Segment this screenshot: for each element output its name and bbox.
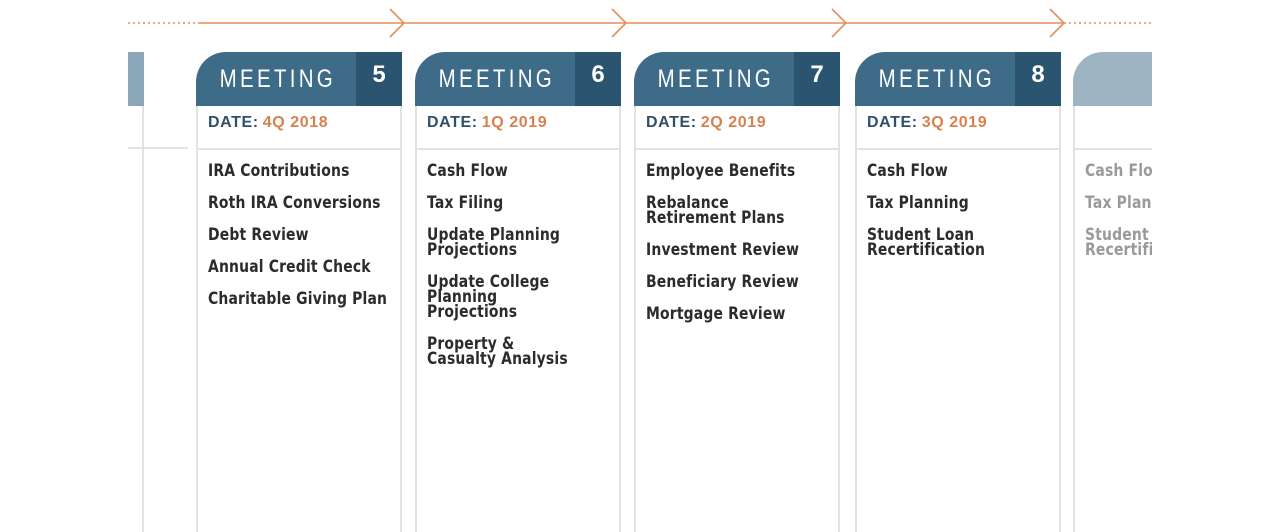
card-header: MEETING 5 <box>196 52 402 106</box>
topic-item: Student Loan Recertification <box>867 225 986 260</box>
meeting-card-8: MEETING 8 DATE: 3Q 2019 Cash Flow Tax Pla… <box>855 52 1061 532</box>
topic-item: Update Planning Projections <box>427 225 561 260</box>
date-value: 1Q 2019 <box>481 114 548 131</box>
topic-item: Investment Review <box>646 240 800 260</box>
meeting-number: 6 <box>575 52 621 106</box>
topic-list: Employee Benefits Rebalance Retirement P… <box>646 161 830 339</box>
date-label: DATE: <box>867 114 918 131</box>
topic-list: IRA Contributions Roth IRA Conversions D… <box>208 161 392 324</box>
topic-item: Property & Casualty Analysis <box>427 334 568 369</box>
topic-item: Tax Filing <box>427 193 504 213</box>
card-body <box>128 106 144 532</box>
date-value: 3Q 2019 <box>921 114 988 131</box>
divider <box>128 147 188 149</box>
meeting-card-4: 4 <box>128 52 144 532</box>
topic-item: Cash Flow <box>1085 161 1152 181</box>
card-header: MEETING 7 <box>634 52 840 106</box>
topic-item: Tax Planning <box>867 193 969 213</box>
topic-item: Employee Benefits <box>646 161 796 181</box>
topic-item: Annual Credit Check <box>208 257 371 277</box>
date-value: 4Q 2018 <box>262 114 329 131</box>
topic-item: Rebalance Retirement Plans <box>646 193 785 228</box>
card-header <box>1073 52 1152 106</box>
topic-item: Charitable Giving Plan <box>208 289 388 309</box>
meeting-number: 4 <box>128 52 144 106</box>
topic-item: Mortgage Review <box>646 304 786 324</box>
date-label: DATE: <box>208 114 259 131</box>
meeting-number: 7 <box>794 52 840 106</box>
meeting-number: 8 <box>1015 52 1061 106</box>
topic-item: Student Loan Recertification <box>1085 225 1152 260</box>
card-header: MEETING 8 <box>855 52 1061 106</box>
card-header: 4 <box>128 52 144 106</box>
date-label: DATE: <box>646 114 697 131</box>
topic-item: Tax Planning <box>1085 193 1152 213</box>
topic-item: IRA Contributions <box>208 161 350 181</box>
topic-list: Cash Flow Tax Filing Update Planning Pro… <box>427 161 611 384</box>
date-row: DATE: 4Q 2018 <box>196 106 402 150</box>
meeting-card-5: MEETING 5 DATE: 4Q 2018 IRA Contributions… <box>196 52 402 532</box>
meeting-timeline-diagram: 4 MEETING 5 DATE:4Q 2018 IRA Contributio… <box>128 0 1152 532</box>
card-header: MEETING 6 <box>415 52 621 106</box>
topic-item: Beneficiary Review <box>646 272 799 292</box>
meeting-number: 5 <box>356 52 402 106</box>
meeting-title: MEETING <box>438 65 556 93</box>
date-label: DATE: <box>427 114 478 131</box>
date-row: DATE: 1Q 2019 <box>415 106 621 150</box>
meeting-title: MEETING <box>878 65 996 93</box>
topic-list: Cash Flow Tax Planning Student Loan Rece… <box>1085 161 1152 275</box>
topic-item: Roth IRA Conversions <box>208 193 381 213</box>
meeting-card-6: MEETING 6 DATE: 1Q 2019 Cash Flow Tax Fil… <box>415 52 621 532</box>
meeting-card-next: Cash Flow Tax Planning Student Loan Rece… <box>1073 52 1152 532</box>
date-row <box>1073 106 1152 150</box>
timeline <box>128 8 1152 38</box>
date-row: DATE: 2Q 2019 <box>634 106 840 150</box>
meeting-title: MEETING <box>657 65 775 93</box>
topic-item: Cash Flow <box>427 161 508 181</box>
meeting-title: MEETING <box>219 65 337 93</box>
topic-item: Update College Planning Projections <box>427 272 550 322</box>
topic-item: Debt Review <box>208 225 309 245</box>
topic-item: Cash Flow <box>867 161 948 181</box>
topic-list: Cash Flow Tax Planning Student Loan Rece… <box>867 161 1051 275</box>
meeting-card-7: MEETING 7 DATE: 2Q 2019 Employee Benefits… <box>634 52 840 532</box>
date-row: DATE: 3Q 2019 <box>855 106 1061 150</box>
date-value: 2Q 2019 <box>700 114 767 131</box>
